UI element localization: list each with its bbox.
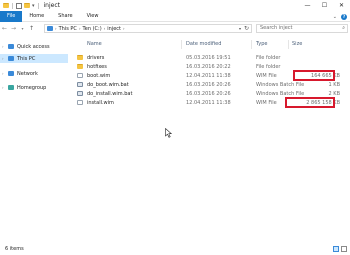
search-input[interactable]: Search inject ⌕ — [256, 24, 348, 33]
ribbon-tabs: File Home Share View ⌄ ? — [0, 10, 350, 22]
tab-home[interactable]: Home — [22, 11, 51, 22]
title-bar: ▾ inject — ☐ ✕ — [0, 0, 350, 11]
nav-item-label: Homegroup — [17, 84, 47, 91]
wim-file-icon — [77, 100, 83, 105]
nav-item-label: Network — [17, 70, 38, 77]
nav-item-this-pc[interactable]: › This PC — [0, 54, 68, 63]
help-icon[interactable]: ? — [341, 13, 347, 20]
column-header-name[interactable]: Name — [87, 40, 102, 49]
column-header-date[interactable]: Date modified — [186, 40, 221, 49]
large-icons-view-icon[interactable] — [341, 246, 347, 252]
file-name: install.wim — [87, 100, 114, 106]
navigation-pane: › Quick access › This PC › Network › Hom… — [0, 37, 68, 242]
file-type: WIM File — [256, 100, 277, 106]
file-date: 12.04.2011 11:38 — [186, 100, 231, 106]
tab-view[interactable]: View — [80, 11, 106, 22]
tab-file[interactable]: File — [0, 10, 23, 22]
minimize-button[interactable]: — — [299, 0, 316, 11]
toolbar-divider — [12, 2, 13, 9]
column-divider[interactable] — [181, 40, 182, 49]
expand-caret-icon[interactable]: › — [2, 71, 4, 76]
ribbon-right: ⌄ ? — [333, 11, 347, 22]
expand-caret-icon[interactable]: › — [2, 44, 4, 49]
quick-access-star-icon — [8, 44, 14, 49]
column-divider[interactable] — [251, 40, 252, 49]
item-count: 6 items — [5, 246, 24, 252]
nav-item-label: Quick access — [17, 43, 50, 50]
folder-icon — [77, 64, 83, 69]
wim-file-icon — [77, 73, 83, 78]
nav-item-network[interactable]: › Network — [0, 69, 68, 78]
computer-icon — [8, 56, 14, 61]
column-header-type[interactable]: Type — [256, 40, 267, 49]
breadcrumb-drive[interactable]: Ten (C:) — [83, 26, 102, 32]
expand-ribbon-chevron-icon[interactable]: ⌄ — [333, 14, 337, 20]
breadcrumb-this-pc[interactable]: This PC — [59, 26, 77, 32]
size-highlight-box — [285, 97, 335, 108]
details-view-icon[interactable] — [333, 246, 339, 252]
batch-file-icon — [77, 91, 83, 96]
folder-icon — [77, 55, 83, 60]
homegroup-icon — [8, 85, 14, 90]
search-placeholder: Search inject — [260, 25, 293, 31]
mouse-cursor-icon — [165, 128, 173, 138]
customize-toolbar-chevron-icon[interactable]: ▾ — [32, 3, 35, 9]
column-header-size[interactable]: Size — [292, 40, 302, 49]
properties-icon[interactable] — [16, 2, 22, 9]
maximize-button[interactable]: ☐ — [316, 0, 333, 11]
expand-caret-icon[interactable]: › — [2, 85, 4, 90]
nav-item-label: This PC — [17, 55, 36, 62]
forward-arrow-icon[interactable]: → — [9, 24, 18, 34]
nav-item-quick-access[interactable]: › Quick access — [0, 42, 68, 51]
breadcrumb-separator-icon[interactable]: › — [123, 26, 125, 31]
window-title: inject — [43, 2, 60, 9]
network-icon — [8, 71, 14, 76]
new-folder-icon[interactable] — [24, 3, 30, 8]
recent-locations-chevron-icon[interactable]: ▾ — [18, 24, 27, 34]
column-divider[interactable] — [288, 40, 289, 49]
tab-share[interactable]: Share — [51, 11, 79, 22]
size-highlight-box — [293, 70, 335, 81]
back-arrow-icon[interactable]: ← — [0, 24, 9, 34]
search-icon: ⌕ — [342, 25, 345, 31]
breadcrumb-inject[interactable]: inject — [107, 26, 121, 32]
address-dropdown-icon[interactable]: ▾ — [239, 26, 241, 31]
breadcrumb-separator-icon[interactable]: › — [55, 26, 57, 31]
breadcrumb-separator-icon[interactable]: › — [79, 26, 81, 31]
refresh-icon[interactable]: ↻ — [244, 25, 249, 32]
window-controls: — ☐ ✕ — [299, 0, 350, 11]
file-list: Name Date modified Type Size drivers 05.… — [70, 37, 350, 242]
this-pc-icon — [47, 26, 53, 31]
breadcrumb-separator-icon[interactable]: › — [104, 26, 106, 31]
toolbar-divider — [37, 2, 39, 9]
up-arrow-icon[interactable]: ↑ — [27, 24, 36, 34]
nav-item-homegroup[interactable]: › Homegroup — [0, 83, 68, 92]
address-row: ← → ▾ ↑ › This PC › Ten (C:) › inject › … — [0, 22, 350, 35]
folder-icon — [3, 3, 9, 8]
quick-access-toolbar: ▾ — [3, 2, 40, 9]
expand-caret-icon[interactable]: › — [2, 56, 4, 61]
status-bar: 6 items — [0, 244, 350, 255]
batch-file-icon — [77, 82, 83, 87]
view-toggle — [333, 246, 347, 252]
address-bar[interactable]: › This PC › Ten (C:) › inject › ▾ ↻ — [44, 24, 252, 33]
close-button[interactable]: ✕ — [333, 0, 350, 11]
